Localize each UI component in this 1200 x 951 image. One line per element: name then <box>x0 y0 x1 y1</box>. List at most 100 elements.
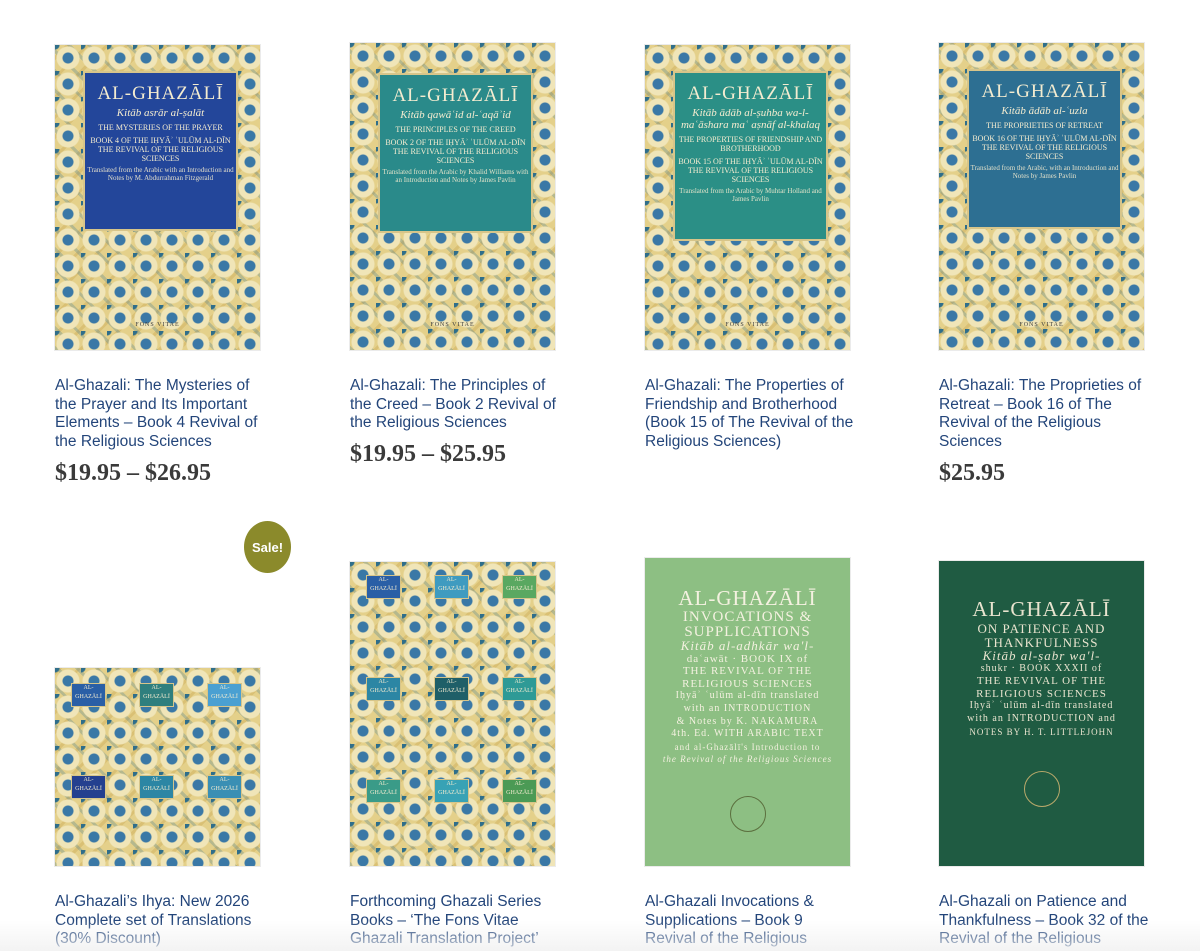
mini-cover: AL-GHAZĀLĪ <box>358 568 408 616</box>
cover-publisher: FONS VITAE <box>725 322 770 328</box>
cover-line: Iḥyāʾ ʿulūm al-dīn translated <box>675 690 820 702</box>
mini-cover-label: AL-GHAZĀLĪ <box>434 677 469 701</box>
mini-cover: AL-GHAZĀLĪ <box>494 670 544 718</box>
mini-cover-label: AL-GHAZĀLĪ <box>502 575 537 599</box>
product-image[interactable]: AL-GHAZĀLĪ Kitāb ādāb al-ṣuhba wa-l-maʿā… <box>645 45 850 350</box>
cover-title-panel: AL-GHAZĀLĪ Kitāb ādāb al-ṣuhba wa-l-maʿā… <box>673 71 828 241</box>
cover-line: and al-Ghazālī's Introduction to <box>674 741 821 752</box>
cover-title-panel: AL-GHAZĀLĪ Kitāb ādāb al-ʿuzla THE PROPR… <box>967 69 1122 229</box>
cover-subtitle: Kitāb ādāb al-ṣuhba wa-l-maʿāshara maʿ a… <box>680 107 821 131</box>
cover-line: THE REVIVAL OF THE <box>682 665 813 678</box>
mini-cover-label: AL-GHAZĀLĪ <box>366 779 401 803</box>
mini-cover: AL-GHAZĀLĪ <box>426 670 476 718</box>
mini-cover: AL-GHAZĀLĪ <box>358 772 408 820</box>
product-image[interactable]: AL-GHAZĀLĪ Kitāb asrār al-ṣalāt THE MYST… <box>55 45 260 350</box>
cover-publisher: FONS VITAE <box>135 322 180 328</box>
cover-text: AL-GHAZĀLĪ INVOCATIONS & SUPPLICATIONS K… <box>645 586 850 766</box>
cover-publisher: FONS VITAE <box>1019 322 1064 328</box>
cover-credit: Translated from the Arabic with an Intro… <box>87 166 234 182</box>
product-title-link[interactable]: Al-Ghazali: The Mysteries of the Prayer … <box>55 377 265 451</box>
cover-heading: THE PROPRIETIES OF RETREAT <box>986 121 1103 130</box>
cover-series: Book 4 of the Iḥyāʾ ʿulūm al-dīn THE REV… <box>90 136 231 163</box>
cover-line: & Notes by K. NAKAMURA <box>676 715 819 727</box>
cover-author: AL-GHAZĀLĪ <box>392 85 519 106</box>
product-image[interactable]: AL-GHAZĀLĪ INVOCATIONS & SUPPLICATIONS K… <box>645 558 850 866</box>
mini-cover: AL-GHAZĀLĪ <box>358 670 408 718</box>
mini-cover-label: AL-GHAZĀLĪ <box>434 575 469 599</box>
cover-series: Book 2 of the Iḥyāʾ ʿulūm al-dīn THE REV… <box>385 138 526 165</box>
mini-cover: AL-GHAZĀLĪ <box>63 768 113 816</box>
cover-line: shukr · BOOK XXXII of <box>980 662 1103 674</box>
product-title-link[interactable]: Al-Ghazali on Patience and Thankfulness … <box>939 893 1149 949</box>
mini-cover-label: AL-GHAZĀLĪ <box>434 779 469 803</box>
product-price: $19.95 – $26.95 <box>55 460 211 486</box>
mini-cover: AL-GHAZĀLĪ <box>131 676 181 724</box>
cover-credit: Translated from the Arabic by Khalid Wil… <box>382 168 529 184</box>
tree-emblem-icon <box>729 796 766 832</box>
cover-author: AL-GHAZĀLĪ <box>687 83 814 104</box>
product-title-link[interactable]: Al-Ghazali: The Properties of Friendship… <box>645 377 855 451</box>
cover-line: INVOCATIONS & <box>682 609 813 625</box>
tree-emblem-icon <box>1023 771 1060 807</box>
cover-line: RELIGIOUS SCIENCES <box>682 677 813 690</box>
cover-line: Kitāb al-adhkār wa'l- <box>680 638 815 653</box>
cover-heading: THE PRINCIPLES OF THE CREED <box>395 125 516 134</box>
mini-cover: AL-GHAZĀLĪ <box>426 568 476 616</box>
mini-cover-label: AL-GHAZĀLĪ <box>139 775 174 799</box>
cover-author: AL-GHAZĀLĪ <box>981 81 1108 102</box>
cover-series: Book 15 of the Iḥyāʾ ʿulūm al-dīn THE RE… <box>678 157 823 184</box>
cover-subtitle: Kitāb qawāʿid al-ʿaqāʾid <box>400 109 511 121</box>
mini-cover-label: AL-GHAZĀLĪ <box>139 683 174 707</box>
cover-line: RELIGIOUS SCIENCES <box>976 687 1107 700</box>
mini-cover-label: AL-GHAZĀLĪ <box>71 775 106 799</box>
cover-subtitle: Kitāb asrār al-ṣalāt <box>116 107 205 119</box>
mini-cover-label: AL-GHAZĀLĪ <box>207 683 242 707</box>
product-price: $25.95 <box>939 460 1005 486</box>
mini-cover: AL-GHAZĀLĪ <box>199 768 249 816</box>
product-title-link[interactable]: Al-Ghazali’s Ihya: New 2026 Complete set… <box>55 893 265 949</box>
cover-line: NOTES BY H. T. LITTLEJOHN <box>969 726 1114 737</box>
cover-title-panel: AL-GHAZĀLĪ Kitāb qawāʿid al-ʿaqāʾid THE … <box>378 73 533 233</box>
product-grid: AL-GHAZĀLĪ Kitāb asrār al-ṣalāt THE MYST… <box>0 0 1200 951</box>
product-title-link[interactable]: Al-Ghazali: The Proprieties of Retreat –… <box>939 377 1149 451</box>
product-title-link[interactable]: Al-Ghazali Invocations & Supplications –… <box>645 893 855 949</box>
cover-line: 4th. Ed. WITH ARABIC TEXT <box>671 728 824 740</box>
mini-cover: AL-GHAZĀLĪ <box>199 676 249 724</box>
product-image[interactable]: AL-GHAZĀLĪ Kitāb ādāb al-ʿuzla THE PROPR… <box>939 43 1144 350</box>
mini-cover: AL-GHAZĀLĪ <box>131 768 181 816</box>
cover-publisher: FONS VITAE <box>430 322 475 328</box>
cover-author: AL-GHAZĀLĪ <box>97 83 224 104</box>
mini-cover-label: AL-GHAZĀLĪ <box>502 677 537 701</box>
product-image[interactable]: AL-GHAZĀLĪ AL-GHAZĀLĪ AL-GHAZĀLĪ AL-GHAZ… <box>350 562 555 866</box>
mini-cover-label: AL-GHAZĀLĪ <box>366 677 401 701</box>
mini-cover: AL-GHAZĀLĪ <box>63 676 113 724</box>
cover-credit: Translated from the Arabic by Muhtar Hol… <box>679 187 822 203</box>
mini-cover-label: AL-GHAZĀLĪ <box>71 683 106 707</box>
mini-cover: AL-GHAZĀLĪ <box>426 772 476 820</box>
cover-line: daʿawāt · BOOK IX of <box>686 652 809 665</box>
cover-heading: THE MYSTERIES OF THE PRAYER <box>98 123 223 132</box>
cover-text: AL-GHAZĀLĪ ON PATIENCE AND THANKFULNESS … <box>939 597 1144 738</box>
cover-line: THE REVIVAL OF THE <box>976 675 1107 688</box>
cover-title-panel: AL-GHAZĀLĪ Kitāb asrār al-ṣalāt THE MYST… <box>83 71 238 231</box>
mini-cover: AL-GHAZĀLĪ <box>494 772 544 820</box>
mini-cover: AL-GHAZĀLĪ <box>494 568 544 616</box>
cover-subtitle: Kitāb ādāb al-ʿuzla <box>1001 105 1088 117</box>
mini-cover-label: AL-GHAZĀLĪ <box>366 575 401 599</box>
cover-line: Kitāb al-ṣabr wa'l- <box>982 648 1101 663</box>
cover-author: AL-GHAZĀLĪ <box>972 597 1111 621</box>
product-title-link[interactable]: Forthcoming Ghazali Series Books – ‘The … <box>350 893 560 949</box>
cover-line: with an INTRODUCTION <box>683 702 812 714</box>
product-image[interactable]: AL-GHAZĀLĪ ON PATIENCE AND THANKFULNESS … <box>939 561 1144 866</box>
product-image[interactable]: AL-GHAZĀLĪ Kitāb qawāʿid al-ʿaqāʾid THE … <box>350 43 555 350</box>
product-price: $19.95 – $25.95 <box>350 441 506 467</box>
cover-line: Iḥyāʾ ʿulūm al-dīn translated <box>969 700 1114 712</box>
cover-heading: THE PROPERTIES OF FRIENDSHIP AND BROTHER… <box>678 135 823 153</box>
cover-line: ON PATIENCE AND <box>977 621 1106 636</box>
product-title-link[interactable]: Al-Ghazali: The Principles of the Creed … <box>350 377 560 433</box>
cover-author: AL-GHAZĀLĪ <box>678 586 817 610</box>
product-image[interactable]: AL-GHAZĀLĪ AL-GHAZĀLĪ AL-GHAZĀLĪ AL-GHAZ… <box>55 668 260 866</box>
sale-badge: Sale! <box>244 521 291 573</box>
mini-cover-label: AL-GHAZĀLĪ <box>502 779 537 803</box>
cover-credit: Translated from the Arabic, with an Intr… <box>970 164 1119 180</box>
